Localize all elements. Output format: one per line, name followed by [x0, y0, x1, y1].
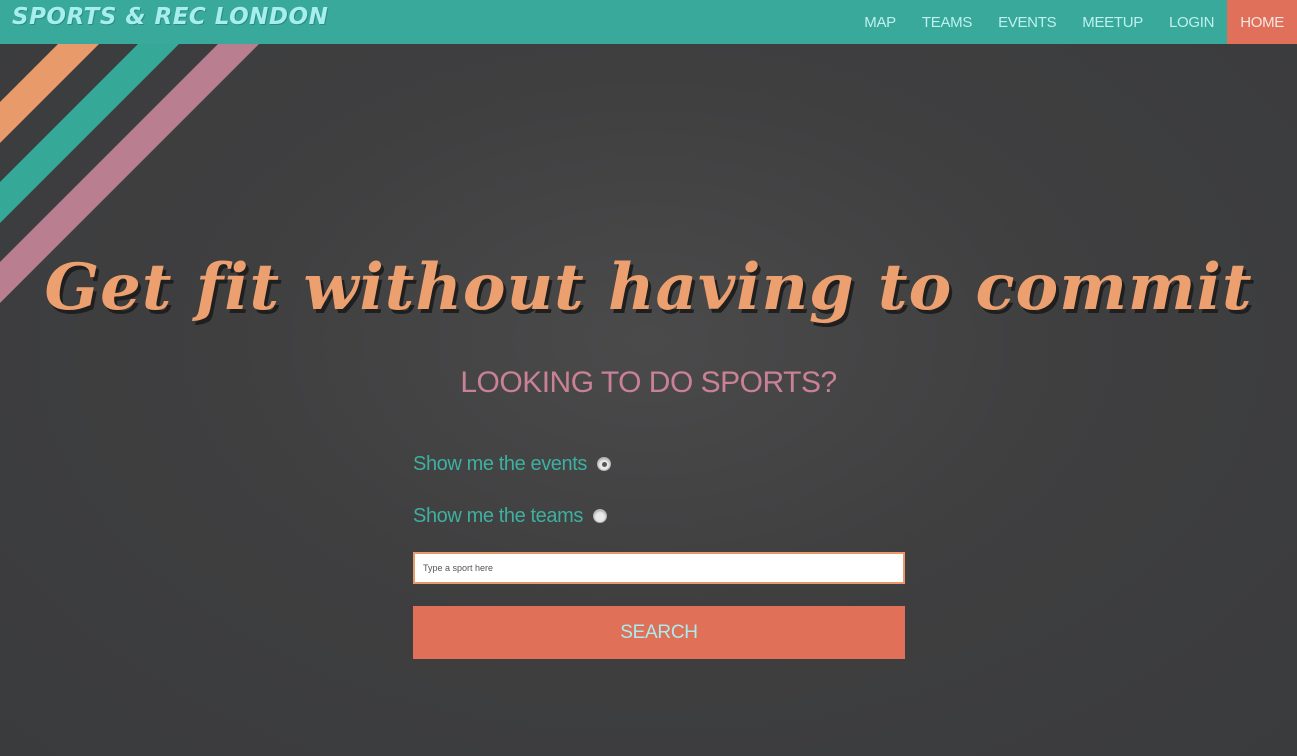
nav-link-home[interactable]: HOME	[1227, 0, 1297, 44]
option-events-row[interactable]: Show me the events	[413, 446, 905, 482]
nav-link-events[interactable]: EVENTS	[985, 0, 1069, 44]
option-teams-row[interactable]: Show me the teams	[413, 498, 905, 534]
nav-link-map[interactable]: MAP	[851, 0, 909, 44]
nav-link-teams[interactable]: TEAMS	[909, 0, 985, 44]
nav-links: MAP TEAMS EVENTS MEETUP LOGIN HOME	[851, 0, 1297, 44]
nav-link-meetup[interactable]: MEETUP	[1069, 0, 1156, 44]
sport-search-input[interactable]	[413, 552, 905, 584]
hero-subtitle: LOOKING TO DO SPORTS?	[460, 366, 837, 399]
top-navbar: SPORTS & REC LONDON MAP TEAMS EVENTS MEE…	[0, 0, 1297, 44]
search-form: Show me the events Show me the teams SEA…	[413, 446, 905, 659]
search-button[interactable]: SEARCH	[413, 606, 905, 659]
hero-title: Get fit without having to commit	[44, 250, 1253, 325]
option-events-radio[interactable]	[597, 457, 612, 471]
nav-link-login[interactable]: LOGIN	[1156, 0, 1227, 44]
option-teams-radio[interactable]	[592, 509, 607, 523]
option-events-label[interactable]: Show me the events	[413, 453, 587, 476]
option-teams-label[interactable]: Show me the teams	[413, 505, 583, 528]
brand-logo[interactable]: SPORTS & REC LONDON	[12, 4, 328, 30]
